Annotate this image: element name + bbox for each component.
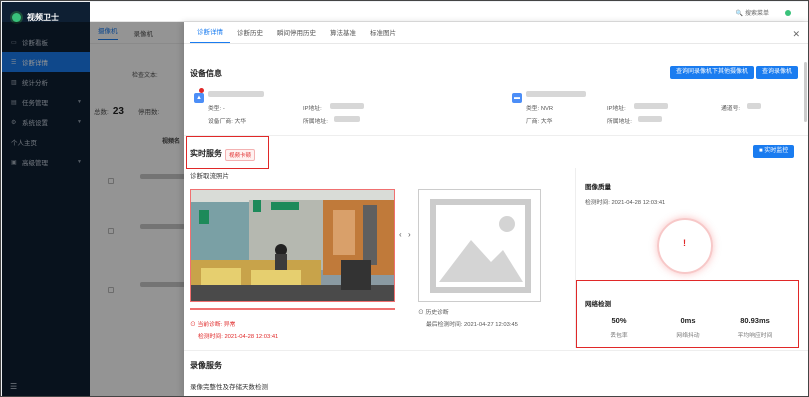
clock-icon: ⊙ xyxy=(418,310,424,316)
app-frame: 视频卫士 ▭ 诊断看板 ☰ 诊断详情 ▥ 统计分析 ▤ 任务管理 ▼ ⚙ 系统设置 ▼ 个人主… xyxy=(0,0,809,397)
scrollbar[interactable] xyxy=(804,62,807,122)
realtime-title: 实时服务 xyxy=(190,149,222,158)
drawer-tabs: 诊断详情 诊断历史 瞬间停用历史 算法基准 标准图片 xyxy=(184,22,808,44)
modal-overlay[interactable] xyxy=(2,22,184,396)
recorder-location-blurred xyxy=(638,116,662,122)
divider xyxy=(184,350,808,351)
warning-icon: ⊙ xyxy=(190,322,196,328)
snapshot-scene xyxy=(191,190,394,301)
detail-drawer: 诊断详情 诊断历史 瞬间停用历史 算法基准 标准图片 ✕ 设备信息 查询同录像机… xyxy=(184,22,808,396)
tab-diagnosis-history[interactable]: 诊断历史 xyxy=(230,27,270,43)
diagnosis-snapshot-image[interactable] xyxy=(190,189,395,302)
video-icon: ■ xyxy=(759,148,763,154)
snapshot-underline xyxy=(190,308,395,310)
label: 历史诊断 xyxy=(425,310,449,316)
camera-vendor: 设备厂商: 大华 xyxy=(208,116,246,125)
packet-loss-value: 50% xyxy=(611,316,627,325)
live-monitor-label: 实时监控 xyxy=(764,148,789,154)
value: 大华 xyxy=(540,119,553,125)
image-quality-title: 图像质量 xyxy=(585,184,611,191)
recorder-ip-label: IP地址: xyxy=(607,106,626,112)
recorder-channel-label: 通道号: xyxy=(721,106,741,112)
camera-icon: ▲ xyxy=(194,93,204,103)
camera-location-label: 所属地址: xyxy=(303,119,328,125)
tab-standard-image[interactable]: 标准图片 xyxy=(363,27,403,43)
value: 2021-04-28 12:03:41 xyxy=(611,200,666,206)
value: 大华 xyxy=(234,119,247,125)
jitter-label: 网络抖动 xyxy=(676,333,700,339)
recorder-name-blurred xyxy=(526,91,586,97)
label: 厂商: xyxy=(526,119,540,125)
top-bar: 🔍 搜索菜单 xyxy=(90,2,808,22)
online-status-icon xyxy=(785,10,791,16)
value: 2021-04-27 12:03:45 xyxy=(464,322,518,328)
live-monitor-button[interactable]: ■ 实时监控 xyxy=(753,145,795,158)
label: 设备厂商: xyxy=(208,119,233,125)
value: - xyxy=(222,106,225,112)
label: 最后检测时间: xyxy=(426,322,463,328)
query-recorder-button[interactable]: 查询录像机 xyxy=(756,66,799,79)
label: 类型: xyxy=(526,106,540,112)
label: 当前诊断: xyxy=(197,322,223,328)
logo-icon xyxy=(12,12,21,22)
image-quality-time: 检测时间: 2021-04-28 12:03:41 xyxy=(585,197,665,206)
chevron-right-icon[interactable]: › xyxy=(408,230,411,239)
history-snapshot-placeholder[interactable] xyxy=(418,189,541,302)
recorder-location-label: 所属地址: xyxy=(607,119,632,125)
tab-stop-history[interactable]: 瞬间停用历史 xyxy=(270,27,323,43)
recording-subtitle: 录像完整性及存储天数检测 xyxy=(190,384,268,391)
avg-response-label: 平均响应时间 xyxy=(737,333,773,339)
image-placeholder-icon xyxy=(430,199,531,293)
current-diagnosis: ⊙ 当前诊断: 异常 xyxy=(190,319,235,328)
history-diagnosis: ⊙ 历史诊断 xyxy=(418,307,449,316)
value: 异常 xyxy=(223,322,236,328)
recorder-ip-blurred xyxy=(634,103,668,109)
current-check-time: 检测时间: 2021-04-28 12:03:41 xyxy=(198,331,278,340)
camera-location-blurred xyxy=(334,116,360,122)
query-cameras-button[interactable]: 查询同录像机下其他摄像机 xyxy=(670,66,755,79)
jitter-value: 0ms xyxy=(680,316,696,325)
recording-title: 录像服务 xyxy=(190,361,222,370)
close-icon[interactable]: ✕ xyxy=(792,29,800,40)
recorder-type: 类型: NVR xyxy=(526,103,553,112)
tab-diagnosis-detail[interactable]: 诊断详情 xyxy=(190,26,230,43)
divider xyxy=(184,135,808,136)
history-check-time: 最后检测时间: 2021-04-27 12:03:45 xyxy=(426,319,518,328)
packet-loss-label: 丢包率 xyxy=(610,333,628,339)
camera-name-blurred xyxy=(208,91,264,97)
label: 检测时间: xyxy=(198,334,223,340)
device-info-title: 设备信息 xyxy=(190,69,222,78)
camera-ip-label: IP地址: xyxy=(303,106,322,112)
camera-ip-blurred xyxy=(330,103,364,109)
recorder-vendor: 厂商: 大华 xyxy=(526,116,552,125)
menu-search-label: 搜索菜单 xyxy=(744,11,769,17)
label: 检测时间: xyxy=(585,200,610,206)
value: 2021-04-28 12:03:41 xyxy=(224,334,279,340)
avg-response-value: 80.93ms xyxy=(740,316,770,325)
value: NVR xyxy=(540,106,554,112)
network-title: 网络检测 xyxy=(585,301,611,308)
recorder-channel-blurred xyxy=(747,103,761,109)
app-title: 视频卫士 xyxy=(27,12,59,22)
recorder-icon: ▬ xyxy=(512,93,522,103)
quality-gauge-value: ! xyxy=(683,238,686,248)
tab-algorithm-baseline[interactable]: 算法基准 xyxy=(323,27,363,43)
alert-dot-icon xyxy=(199,88,204,93)
stutter-status-badge: 视频卡顿 xyxy=(225,149,256,161)
chevron-left-icon[interactable]: ‹ xyxy=(399,230,402,239)
menu-search[interactable]: 🔍 搜索菜单 xyxy=(736,8,769,17)
snapshot-title: 诊断取流照片 xyxy=(190,173,229,180)
label: 类型: xyxy=(208,106,222,112)
camera-type: 类型: - xyxy=(208,103,225,112)
